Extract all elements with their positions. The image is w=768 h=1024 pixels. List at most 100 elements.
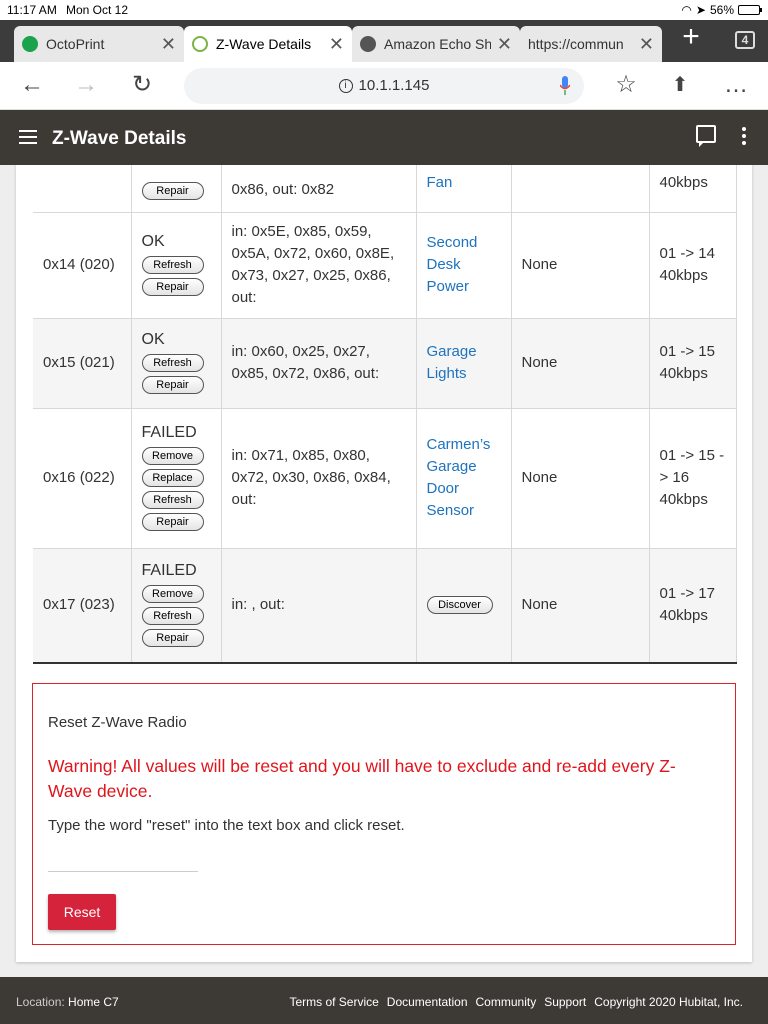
hubitat-icon <box>192 36 208 52</box>
node-status: FAILED <box>141 561 197 579</box>
microphone-icon[interactable] <box>560 76 570 96</box>
remove-button[interactable]: Remove <box>141 584 204 603</box>
browser-toolbar: ← → ↻ i 10.1.1.145 ☆ ⬆ … <box>0 62 768 110</box>
node-id: 0x17 (023) <box>33 548 132 664</box>
discover-button[interactable]: Discover <box>426 595 493 614</box>
node-id: 0x14 (020) <box>33 212 132 319</box>
status-time: 11:17 AM <box>7 3 57 17</box>
reset-button[interactable]: Reset <box>48 894 116 930</box>
route: 01 -> 14 40kbps <box>649 212 737 319</box>
forward-arrow-icon[interactable]: → <box>70 70 102 102</box>
octoprint-icon <box>22 36 38 52</box>
repair-button[interactable]: Repair <box>141 628 204 647</box>
copyright: Copyright 2020 Hubitat, Inc. <box>594 995 743 1009</box>
command-classes: in: 0x5E, 0x85, 0x59, 0x5A, 0x72, 0x60, … <box>221 212 417 319</box>
status-date: Mon Oct 12 <box>66 3 129 17</box>
battery-icon <box>738 5 762 15</box>
battery-percent: 56% <box>709 3 734 17</box>
reload-icon[interactable]: ↻ <box>126 70 158 102</box>
tab-amazon-echo[interactable]: Amazon Echo Sh ✕ <box>352 26 520 62</box>
route: 01 -> 15 40kbps <box>649 318 737 409</box>
close-icon[interactable]: ✕ <box>497 34 512 55</box>
app-header: Z-Wave Details <box>0 110 768 165</box>
zwave-node-table: Repair 0x86, out: 0x82 Fan 40kbps 0x14 (… <box>33 165 737 664</box>
tab-community[interactable]: https://commun ✕ <box>520 26 662 62</box>
close-icon[interactable]: ✕ <box>639 34 654 55</box>
info-icon[interactable]: i <box>338 79 353 94</box>
close-icon[interactable]: ✕ <box>329 34 344 55</box>
tab-z-wave-details[interactable]: Z-Wave Details ✕ <box>184 26 352 62</box>
route: 01 -> 17 40kbps <box>649 548 737 664</box>
refresh-button[interactable]: Refresh <box>141 606 204 625</box>
support-link[interactable]: Support <box>544 995 586 1009</box>
node-status: FAILED <box>141 423 197 441</box>
zwave-card: Repair 0x86, out: 0x82 Fan 40kbps 0x14 (… <box>16 165 752 962</box>
device-link[interactable]: Garage Lights <box>427 343 477 382</box>
refresh-button[interactable]: Refresh <box>141 490 204 509</box>
command-classes: in: , out: <box>221 548 417 664</box>
browser-tab-strip: OctoPrint ✕ Z-Wave Details ✕ Amazon Echo… <box>0 20 768 62</box>
globe-icon <box>360 36 376 52</box>
table-row: 0x16 (022) FAILED Remove Replace Refresh… <box>33 408 737 549</box>
tab-count-icon[interactable]: 4 <box>735 31 755 49</box>
bookmark-star-icon[interactable]: ☆ <box>610 70 642 102</box>
page-title: Z-Wave Details <box>52 128 187 149</box>
repair-button[interactable]: Repair <box>141 181 204 200</box>
security: None <box>511 408 650 549</box>
documentation-link[interactable]: Documentation <box>387 995 468 1009</box>
reset-warning: Warning! All values will be reset and yo… <box>48 756 676 801</box>
tab-title: Z-Wave Details <box>216 36 312 52</box>
security: None <box>511 318 650 409</box>
command-classes: 0x86, out: 0x82 <box>221 165 417 213</box>
location-value[interactable]: Home C7 <box>68 995 119 1009</box>
terms-link[interactable]: Terms of Service <box>289 995 378 1009</box>
location-icon: ➤ <box>695 3 706 17</box>
security: None <box>511 212 650 319</box>
back-arrow-icon[interactable]: ← <box>16 70 48 102</box>
table-row: 0x17 (023) FAILED Remove Refresh Repair … <box>33 548 737 664</box>
node-id: 0x15 (021) <box>33 318 132 409</box>
remove-button[interactable]: Remove <box>141 446 204 465</box>
reset-instruction: Type the word "reset" into the text box … <box>48 817 405 834</box>
device-link[interactable]: Fan <box>427 174 453 191</box>
more-options-icon[interactable]: … <box>720 70 752 102</box>
share-icon[interactable]: ⬆ <box>664 70 696 102</box>
device-link[interactable]: Second Desk Power <box>427 234 478 295</box>
tab-octoprint[interactable]: OctoPrint ✕ <box>14 26 184 62</box>
repair-button[interactable]: Repair <box>141 512 204 531</box>
refresh-button[interactable]: Refresh <box>141 255 204 274</box>
url-text: 10.1.1.145 <box>358 77 430 94</box>
ios-status-bar: 11:17 AM Mon Oct 12 ◠ ➤ 56% <box>0 0 768 20</box>
command-classes: in: 0x60, 0x25, 0x27, 0x85, 0x72, 0x86, … <box>221 318 417 409</box>
close-icon[interactable]: ✕ <box>161 34 176 55</box>
footer: Location: Home C7 Terms of Service Docum… <box>0 977 768 1024</box>
reset-title: Reset Z-Wave Radio <box>48 714 187 731</box>
location-label: Location: <box>16 995 65 1009</box>
community-link[interactable]: Community <box>476 995 537 1009</box>
hamburger-menu-icon[interactable] <box>19 130 37 144</box>
address-bar[interactable]: i 10.1.1.145 <box>184 68 584 104</box>
security: None <box>511 548 650 664</box>
table-row: 0x15 (021) OK Refresh Repair in: 0x60, 0… <box>33 318 737 409</box>
replace-button[interactable]: Replace <box>141 468 204 487</box>
node-id: 0x16 (022) <box>33 408 132 549</box>
repair-button[interactable]: Repair <box>141 277 204 296</box>
device-link[interactable]: Carmen’s Garage Door Sensor <box>427 436 491 519</box>
content-area: Repair 0x86, out: 0x82 Fan 40kbps 0x14 (… <box>0 165 768 977</box>
tab-title: OctoPrint <box>46 36 105 52</box>
refresh-button[interactable]: Refresh <box>141 353 204 372</box>
reset-confirm-input[interactable] <box>48 844 198 872</box>
route: 01 -> 15 -> 16 40kbps <box>649 408 737 549</box>
kebab-menu-icon[interactable] <box>742 127 746 148</box>
route: 40kbps <box>649 165 737 213</box>
chat-icon[interactable] <box>696 125 716 147</box>
security <box>511 165 650 213</box>
table-row: Repair 0x86, out: 0x82 Fan 40kbps <box>33 165 737 213</box>
new-tab-plus-icon[interactable]: + <box>676 22 706 54</box>
repair-button[interactable]: Repair <box>141 375 204 394</box>
reset-radio-panel: Reset Z-Wave Radio Warning! All values w… <box>32 683 736 945</box>
node-status: OK <box>141 330 165 348</box>
command-classes: in: 0x71, 0x85, 0x80, 0x72, 0x30, 0x86, … <box>221 408 417 549</box>
node-status: OK <box>141 232 165 250</box>
tab-title: https://commun <box>528 36 624 52</box>
